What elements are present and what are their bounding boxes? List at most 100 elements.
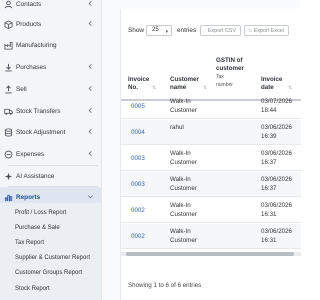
sidebar-item-label: Contacts: [16, 0, 42, 8]
sidebar-item-stock-adjustment[interactable]: Stock Adjustment: [0, 122, 101, 142]
chevron-down-icon: [87, 193, 94, 200]
submenu-item-tax-report[interactable]: Tax Report: [15, 240, 44, 246]
customer-line: Walk-In: [170, 202, 191, 209]
sidebar-item-sell[interactable]: Sell: [0, 79, 101, 99]
sort-icon[interactable]: ⇅: [288, 85, 292, 91]
chart-icon: [3, 192, 13, 202]
report-card: Show 25 ▾ entries Export CSV Export Exce…: [120, 9, 301, 300]
chevron-left-icon: [87, 150, 94, 157]
export-csv-button[interactable]: Export CSV: [200, 25, 241, 36]
customer-cell: rahul: [170, 123, 208, 132]
truck-icon: [3, 106, 13, 116]
customer-line: Customer: [170, 107, 197, 114]
page-size-value: 25: [152, 27, 159, 33]
sidebar-item-label: Stock Transfers: [16, 107, 61, 115]
customer-cell: Walk-In Customer: [170, 201, 208, 219]
invoice-link[interactable]: 0003: [131, 180, 145, 189]
header-line: Invoice: [261, 76, 283, 83]
invoice-link[interactable]: 0005: [131, 102, 145, 111]
download-icon: [3, 62, 13, 72]
sidebar-item-stock-transfers[interactable]: Stock Transfers: [0, 101, 101, 121]
date-line: 03/06/2026: [261, 176, 292, 183]
header-line: Invoice: [128, 76, 150, 83]
sort-icon[interactable]: ⇅: [152, 85, 156, 91]
factory-icon: [3, 40, 13, 50]
invoice-link[interactable]: 0002: [131, 206, 145, 215]
date-line: 03/06/2026: [261, 124, 292, 131]
table-row: 0005 Walk-In Customer 03/07/2026 18:44: [121, 94, 301, 119]
main-content: Show 25 ▾ entries Export CSV Export Exce…: [103, 0, 301, 300]
date-line: 16:37: [261, 185, 277, 192]
chevron-left-icon: [87, 107, 94, 114]
sidebar-item-label: Sell: [16, 85, 27, 93]
sidebar-item-products[interactable]: Products: [0, 14, 101, 34]
sidebar-item-purchases[interactable]: Purchases: [0, 57, 101, 77]
header-invoice-date[interactable]: Invoice date: [261, 76, 282, 92]
header-customer-name[interactable]: Customer name: [170, 76, 199, 92]
header-subline: Tax: [216, 74, 224, 80]
header-line: Customer: [170, 76, 199, 83]
reports-submenu: Profit / Loss Report Purchase & Sale Tax…: [0, 203, 101, 300]
date-line: 18:44: [261, 107, 277, 114]
horizontal-scrollbar[interactable]: [121, 252, 301, 256]
sidebar-item-expenses[interactable]: Expenses: [0, 144, 101, 164]
customer-cell: Walk-In Customer: [170, 149, 208, 167]
minus-circle-icon: [3, 149, 13, 159]
header-line: GSTIN of: [216, 57, 243, 64]
export-csv-label: Export CSV: [207, 27, 236, 34]
header-gstin[interactable]: GSTIN of customer Tax number: [216, 57, 244, 89]
submenu-item-profit-loss[interactable]: Profit / Loss Report: [15, 210, 66, 216]
customer-line: Customer: [170, 159, 197, 166]
sort-icon[interactable]: ⇅: [203, 85, 207, 91]
customer-cell: Walk-In Customer: [170, 175, 208, 193]
header-line: date: [261, 84, 274, 91]
date-line: 03/07/2026: [261, 98, 292, 105]
date-line: 16:39: [261, 133, 277, 140]
file-icon: [249, 29, 252, 32]
customer-cell: Walk-In Customer: [170, 227, 208, 245]
chevron-left-icon: [87, 85, 94, 92]
submenu-item-customer-groups[interactable]: Customer Groups Report: [15, 270, 82, 276]
contacts-icon: [3, 0, 13, 9]
table-row: 0004 rahul 03/06/2026 16:39: [121, 120, 301, 145]
date-cell: 03/06/2026 16:31: [261, 201, 292, 219]
submenu-item-supplier-customer[interactable]: Supplier & Customer Report: [15, 255, 90, 261]
customer-line: Walk-In: [170, 228, 191, 235]
header-line: name: [170, 84, 187, 91]
sidebar-item-label: AI Assistance: [16, 172, 55, 180]
customer-cell: Walk-In Customer: [170, 97, 208, 115]
chevron-left-icon: [87, 63, 94, 70]
sidebar-item-label: Reports: [16, 193, 41, 201]
table-row: 0003 Walk-In Customer 03/06/2026 16:37: [121, 146, 301, 171]
invoice-link[interactable]: 0004: [131, 128, 145, 137]
customer-line: Customer: [170, 211, 197, 218]
submenu-item-purchase-sale[interactable]: Purchase & Sale: [15, 225, 60, 231]
file-icon: [205, 30, 206, 31]
sidebar-item-manufacturing[interactable]: Manufacturing: [0, 35, 101, 55]
sidebar-item-label: Purchases: [16, 63, 47, 71]
customer-line: Walk-In: [170, 150, 191, 157]
header-invoice-no[interactable]: Invoice No.: [128, 76, 149, 92]
date-cell: 03/06/2026 16:37: [261, 175, 292, 193]
date-line: 16:31: [261, 211, 277, 218]
page-size-select[interactable]: 25 ▾: [146, 25, 172, 36]
chevron-left-icon: [87, 20, 94, 27]
caret-down-icon: ▾: [165, 29, 168, 35]
date-line: 16:31: [261, 237, 277, 244]
scrollbar-thumb[interactable]: [126, 252, 294, 256]
customer-line: Customer: [170, 237, 197, 244]
invoice-link[interactable]: 0003: [131, 154, 145, 163]
date-cell: 03/07/2026 18:44: [261, 97, 292, 115]
chevron-left-icon: [87, 128, 94, 135]
table-row: 0002 Walk-In Customer 03/06/2026 16:31: [121, 224, 301, 249]
export-excel-button[interactable]: Export Excel: [244, 25, 289, 36]
customer-line: Customer: [170, 185, 197, 192]
sidebar-item-contacts[interactable]: Contacts: [0, 0, 101, 14]
table-info: Showing 1 to 6 of 6 entries: [128, 282, 202, 289]
database-icon: [3, 127, 13, 137]
date-cell: 03/06/2026 16:39: [261, 123, 292, 141]
export-excel-label: Export Excel: [253, 27, 284, 34]
sidebar-item-ai-assistance[interactable]: AI Assistance: [0, 166, 101, 186]
submenu-item-stock-report[interactable]: Stock Report: [15, 286, 50, 292]
invoice-link[interactable]: 0002: [131, 232, 145, 241]
